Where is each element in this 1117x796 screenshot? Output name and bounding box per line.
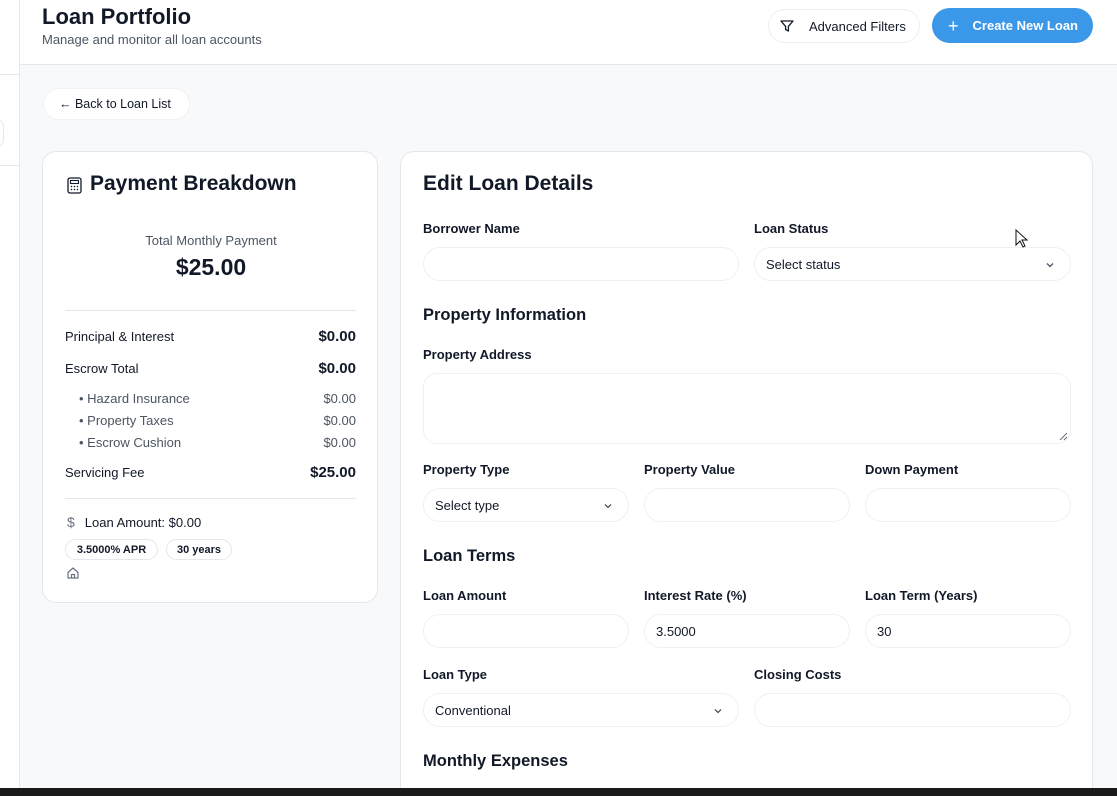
home-icon xyxy=(67,567,79,579)
loan-amount-input[interactable] xyxy=(423,614,629,648)
loan-amount-label: Loan Amount xyxy=(423,588,507,603)
plus-icon: + xyxy=(948,15,959,36)
loan-type-value: Conventional xyxy=(435,702,511,718)
create-new-loan-button[interactable]: + Create New Loan xyxy=(932,8,1093,43)
down-payment-input[interactable] xyxy=(865,488,1071,522)
servicing-fee-value: $25.00 xyxy=(310,464,356,481)
property-value-label: Property Value xyxy=(644,462,736,477)
loan-terms-heading: Loan Terms xyxy=(423,547,516,565)
left-sidebar-edge xyxy=(0,0,20,788)
apr-badge: 3.5000% APR xyxy=(65,539,158,560)
chevron-down-icon xyxy=(1046,263,1054,268)
advanced-filters-label: Advanced Filters xyxy=(809,18,906,34)
escrow-total-label: Escrow Total xyxy=(65,361,139,376)
loan-term-label: Loan Term (Years) xyxy=(865,588,978,603)
screen-bottom-bar xyxy=(0,788,1117,796)
loan-status-select[interactable]: Select status xyxy=(754,247,1071,281)
edit-loan-details-title: Edit Loan Details xyxy=(423,172,594,195)
property-information-heading: Property Information xyxy=(423,306,587,324)
property-type-select[interactable]: Select type xyxy=(423,488,629,522)
sidebar-collapse-handle[interactable] xyxy=(0,118,4,148)
total-monthly-payment-value: $25.00 xyxy=(175,254,247,280)
servicing-fee-row: Servicing Fee $25.00 xyxy=(65,464,356,481)
filter-icon xyxy=(779,18,795,34)
page-header: Loan Portfolio Manage and monitor all lo… xyxy=(20,0,1117,65)
page-subtitle: Manage and monitor all loan accounts xyxy=(42,32,262,47)
chevron-down-icon xyxy=(714,709,722,714)
closing-costs-label: Closing Costs xyxy=(754,667,842,682)
create-new-loan-label: Create New Loan xyxy=(972,18,1078,33)
edit-loan-details-card: Edit Loan Details Borrower Name Loan Sta… xyxy=(400,151,1093,796)
hazard-insurance-value: $0.00 xyxy=(323,391,356,406)
hazard-insurance-row: • Hazard Insurance $0.00 xyxy=(79,391,356,406)
closing-costs-input[interactable] xyxy=(754,693,1071,727)
sidebar-divider xyxy=(0,165,20,166)
total-monthly-payment-label: Total Monthly Payment xyxy=(145,233,277,248)
resize-grip-icon[interactable] xyxy=(1059,432,1068,441)
back-to-loan-list-label: ← Back to Loan List xyxy=(59,97,171,111)
payment-breakdown-title: Payment Breakdown xyxy=(90,172,297,195)
escrow-total-row: Escrow Total $0.00 xyxy=(65,360,356,377)
escrow-total-value: $0.00 xyxy=(318,360,356,377)
escrow-cushion-row: • Escrow Cushion $0.00 xyxy=(79,435,356,450)
principal-interest-value: $0.00 xyxy=(318,328,356,345)
property-address-textarea[interactable] xyxy=(423,373,1071,444)
principal-interest-label: Principal & Interest xyxy=(65,329,175,344)
interest-rate-input[interactable]: 3.5000 xyxy=(644,614,850,648)
borrower-name-input[interactable] xyxy=(423,247,739,281)
property-taxes-row: • Property Taxes $0.00 xyxy=(79,413,356,428)
mouse-cursor-icon xyxy=(1015,229,1029,248)
property-taxes-label: • Property Taxes xyxy=(79,413,174,428)
property-type-value: Select type xyxy=(435,497,500,513)
divider xyxy=(65,310,356,311)
loan-amount-summary: $ Loan Amount: $0.00 xyxy=(67,514,201,530)
down-payment-label: Down Payment xyxy=(865,462,959,477)
property-type-label: Property Type xyxy=(423,462,510,477)
loan-term-input[interactable]: 30 xyxy=(865,614,1071,648)
interest-rate-label: Interest Rate (%) xyxy=(644,588,747,603)
term-badge: 30 years xyxy=(166,539,232,560)
payment-breakdown-card: Payment Breakdown Total Monthly Payment … xyxy=(42,151,378,603)
page-title: Loan Portfolio xyxy=(42,4,192,29)
loan-status-label: Loan Status xyxy=(754,221,829,236)
servicing-fee-label: Servicing Fee xyxy=(65,465,145,480)
chevron-down-icon xyxy=(604,504,612,509)
calculator-icon xyxy=(67,177,82,194)
loan-status-value: Select status xyxy=(766,256,841,272)
escrow-cushion-value: $0.00 xyxy=(323,435,356,450)
loan-type-select[interactable]: Conventional xyxy=(423,693,739,727)
back-to-loan-list-button[interactable]: ← Back to Loan List xyxy=(43,88,190,120)
sidebar-divider xyxy=(0,74,20,75)
dollar-icon: $ xyxy=(67,514,75,530)
property-taxes-value: $0.00 xyxy=(323,413,356,428)
property-address-label: Property Address xyxy=(423,347,532,362)
divider xyxy=(65,498,356,499)
borrower-name-label: Borrower Name xyxy=(423,221,520,236)
advanced-filters-button[interactable]: Advanced Filters xyxy=(768,9,920,43)
escrow-cushion-label: • Escrow Cushion xyxy=(79,435,182,450)
property-value-input[interactable] xyxy=(644,488,850,522)
hazard-insurance-label: • Hazard Insurance xyxy=(79,391,190,406)
loan-amount-text: Loan Amount: $0.00 xyxy=(84,514,202,530)
loan-type-label: Loan Type xyxy=(423,667,488,682)
principal-interest-row: Principal & Interest $0.00 xyxy=(65,328,356,345)
monthly-expenses-heading: Monthly Expenses xyxy=(423,752,568,770)
